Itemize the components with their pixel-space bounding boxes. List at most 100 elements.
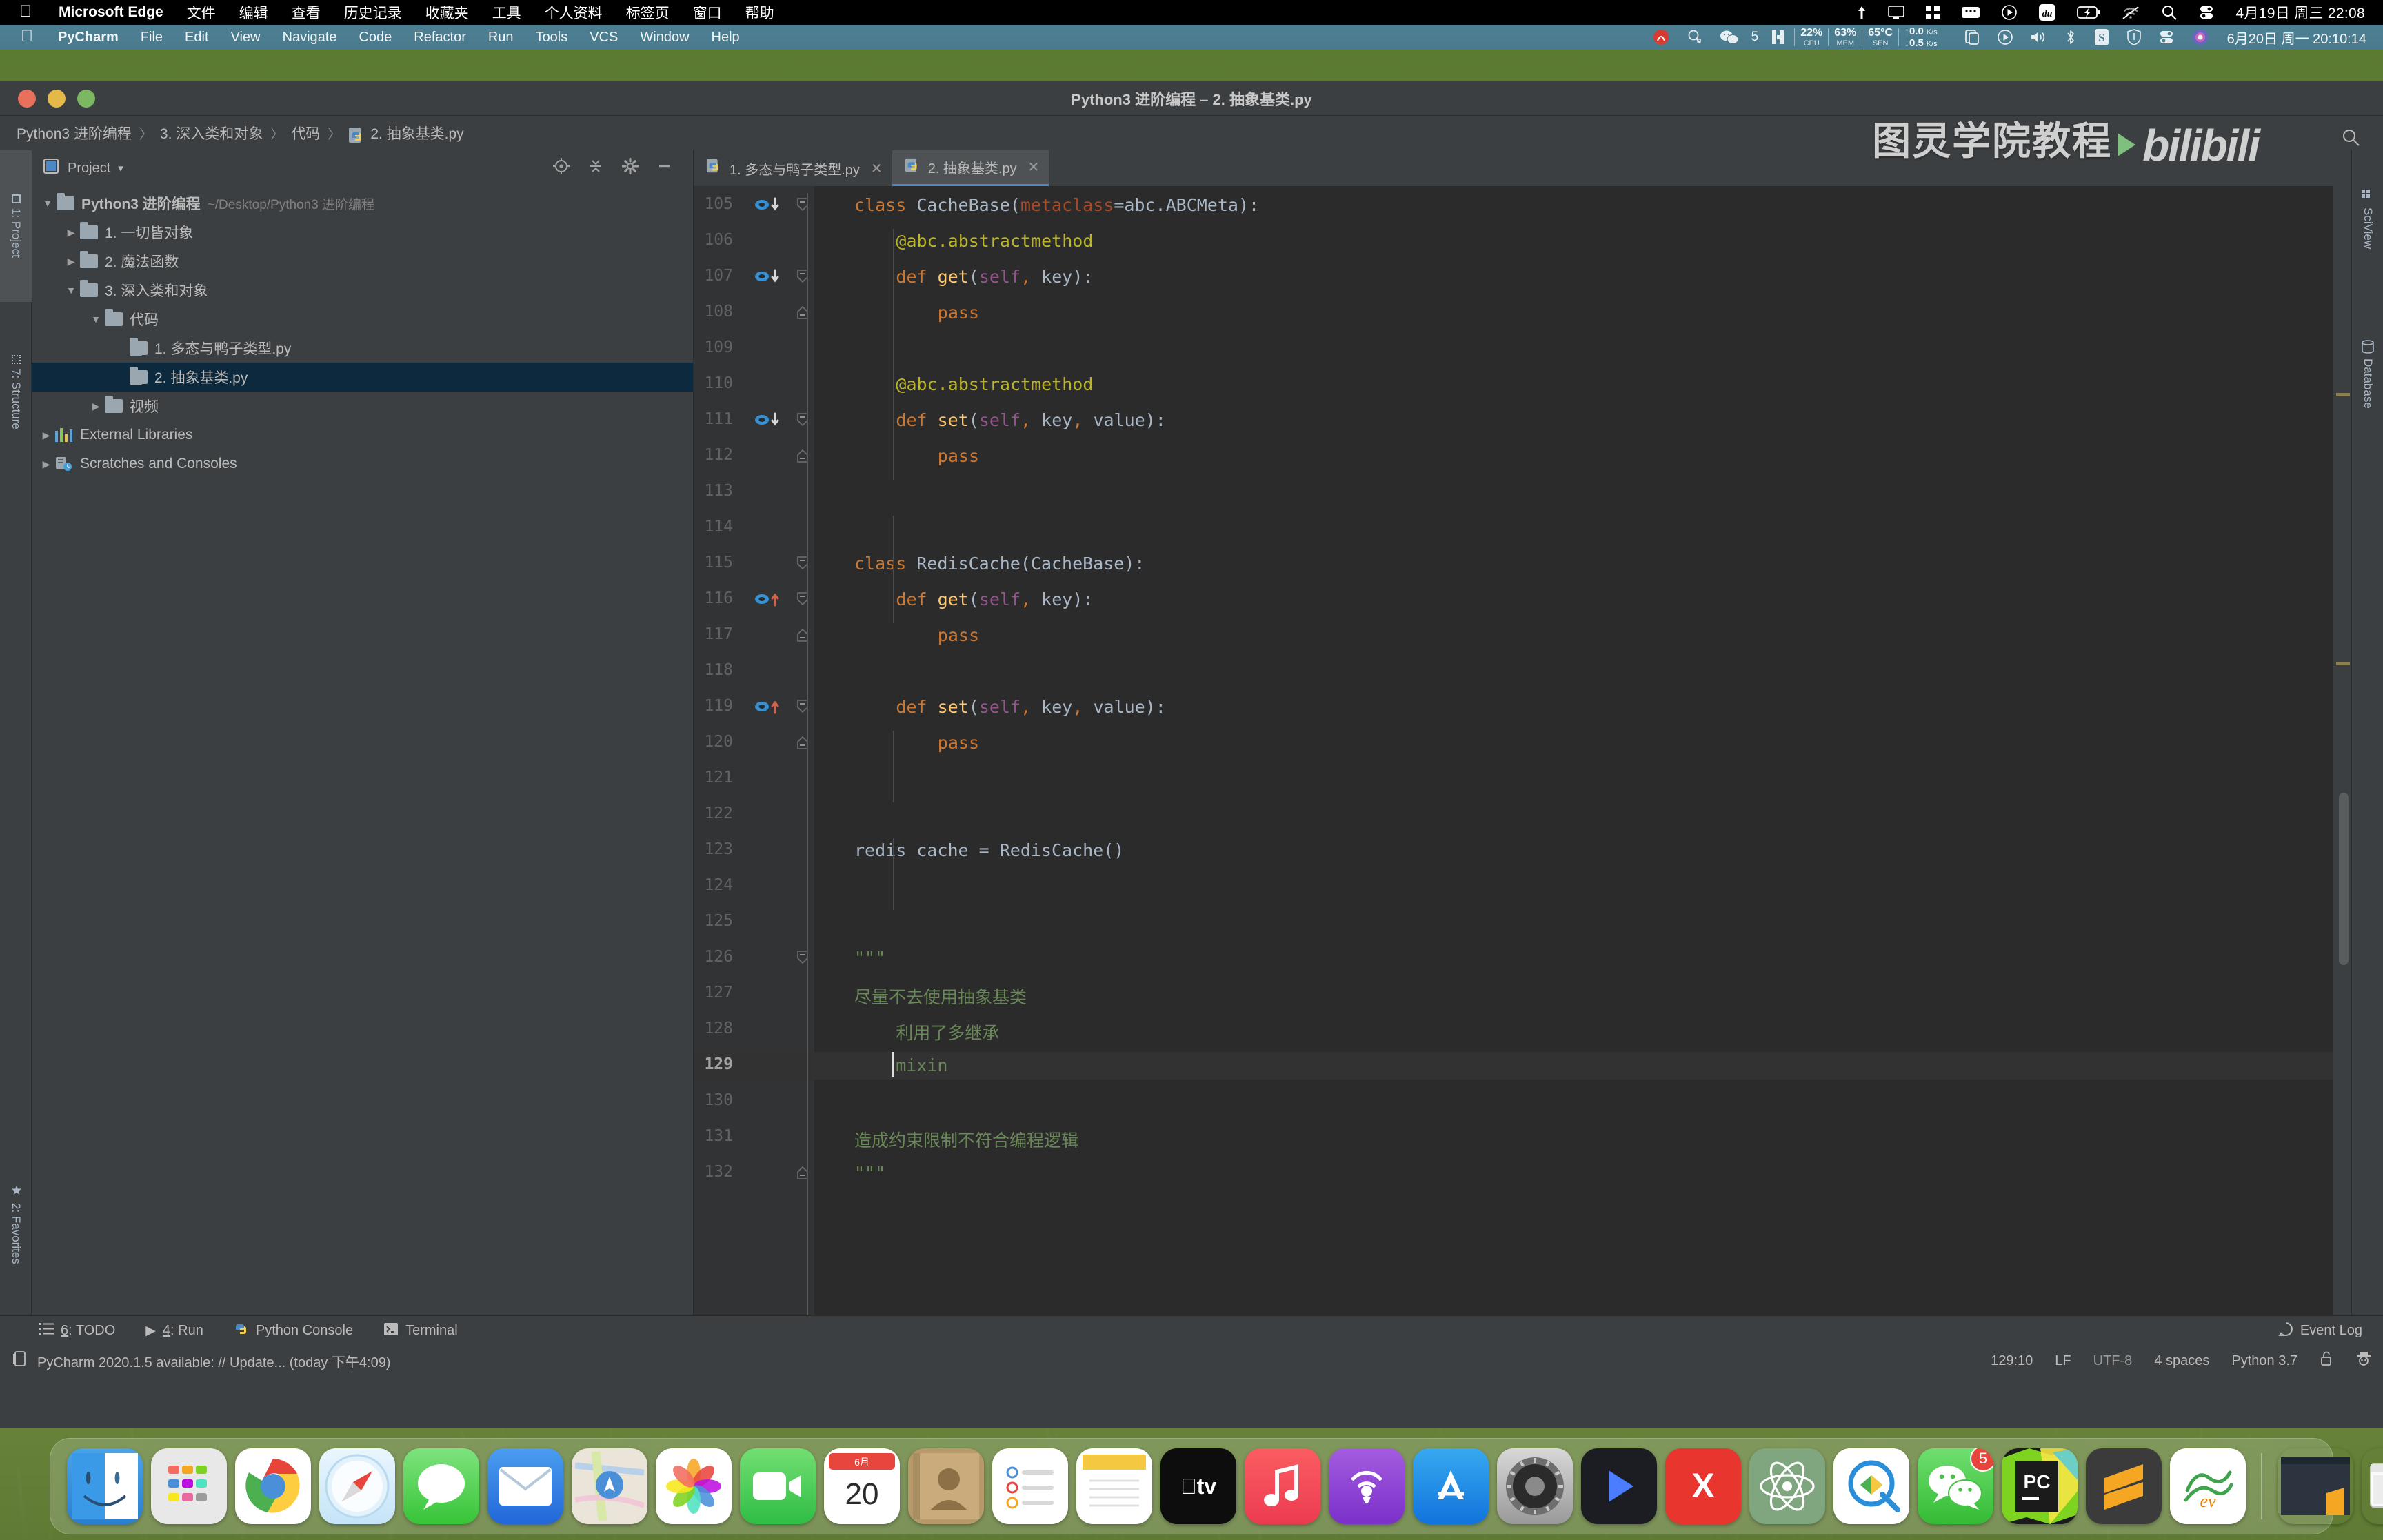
- tool-terminal[interactable]: Terminal: [383, 1322, 458, 1340]
- dock-icon-chrome[interactable]: [235, 1448, 311, 1524]
- pc-menu-tools[interactable]: Tools: [525, 30, 579, 45]
- tree-row-ch1[interactable]: ▶ 1. 一切皆对象: [32, 218, 693, 247]
- dock-icon-safari[interactable]: [319, 1448, 395, 1524]
- magnifier-icon[interactable]: [1678, 29, 1711, 45]
- sidebar-item-project[interactable]: 1: Project: [0, 150, 32, 302]
- dock-icon-atom[interactable]: [1749, 1448, 1825, 1524]
- tree-arrow[interactable]: ▼: [62, 285, 80, 296]
- search-icon[interactable]: [2151, 4, 2188, 21]
- apple-menu-icon-2[interactable]: : [0, 27, 47, 48]
- siri-icon[interactable]: [2183, 28, 2218, 46]
- tree-arrow[interactable]: ▼: [39, 198, 57, 209]
- pc-menu-view[interactable]: View: [220, 30, 272, 45]
- tree-row-project-root[interactable]: ▼ Python3 进阶编程 ~/Desktop/Python3 进阶编程: [32, 189, 693, 218]
- network-stat[interactable]: ↑0.0 K/s ↓0.5 K/s: [1899, 26, 1943, 50]
- tree-arrow[interactable]: ▶: [62, 256, 80, 267]
- control-center-icon[interactable]: [2188, 4, 2225, 21]
- menu-view[interactable]: 查看: [280, 2, 332, 23]
- chevron-down-icon[interactable]: ▾: [118, 162, 123, 174]
- tree-row-ch2[interactable]: ▶ 2. 魔法函数: [32, 247, 693, 276]
- menubar-clock[interactable]: 4月19日 周三 22:08: [2225, 2, 2383, 23]
- tab-close-icon[interactable]: ✕: [871, 160, 883, 177]
- menu-file[interactable]: 文件: [175, 2, 228, 23]
- dock-icon-facetime[interactable]: [740, 1448, 816, 1524]
- tree-row-external-libraries[interactable]: ▶ External Libraries: [32, 421, 693, 449]
- pc-menu-file[interactable]: File: [130, 30, 174, 45]
- tree-row-scratches[interactable]: ▶ Scratches and Consoles: [32, 449, 693, 478]
- dock-icon-launchpad[interactable]: [151, 1448, 227, 1524]
- pc-menu-refactor[interactable]: Refactor: [403, 30, 477, 45]
- python-interpreter[interactable]: Python 3.7: [2220, 1353, 2309, 1369]
- control-center-icon-2[interactable]: [2150, 29, 2183, 45]
- dock-icon-photos[interactable]: [656, 1448, 732, 1524]
- play-circle-icon-2[interactable]: [1989, 29, 2022, 45]
- tree-arrow[interactable]: ▶: [62, 227, 80, 239]
- tree-arrow[interactable]: ▶: [37, 429, 55, 441]
- close-button[interactable]: [18, 90, 36, 108]
- netease-music-icon[interactable]: [1644, 28, 1678, 46]
- dock-icon-pycharm[interactable]: PC: [2002, 1448, 2078, 1524]
- search-everywhere-icon[interactable]: [2342, 128, 2361, 152]
- dock-icon-sublime-text[interactable]: [2086, 1448, 2162, 1524]
- apple-menu-icon[interactable]: : [0, 2, 47, 23]
- pycharm-menubar-clock[interactable]: 6月20日 周一 20:10:14: [2218, 28, 2383, 48]
- dock-icon-downloads-stack[interactable]: [2278, 1448, 2353, 1524]
- dock-icon-messages[interactable]: [403, 1448, 479, 1524]
- tool-python-console[interactable]: Python Console: [234, 1321, 353, 1341]
- bluetooth-icon[interactable]: [2056, 29, 2085, 45]
- dock-icon-maps[interactable]: [572, 1448, 647, 1524]
- dock-icon-finder-window-stack[interactable]: [2362, 1448, 2383, 1524]
- play-circle-icon[interactable]: [1991, 4, 2028, 21]
- menu-bookmarks[interactable]: 收藏夹: [414, 2, 481, 23]
- breadcrumb-item-file[interactable]: 2. 抽象基类.py: [348, 123, 463, 143]
- pc-menu-edit[interactable]: Edit: [174, 30, 219, 45]
- event-log-button[interactable]: Event Log: [2278, 1321, 2362, 1341]
- indent-setting[interactable]: 4 spaces: [2143, 1353, 2220, 1369]
- dock-icon-podcasts[interactable]: [1329, 1448, 1405, 1524]
- collapse-all-icon[interactable]: [579, 157, 613, 179]
- grid-icon[interactable]: [1915, 5, 1951, 20]
- dock-icon-appletv[interactable]: tv: [1160, 1448, 1236, 1524]
- tab-duotai[interactable]: 1. 多态与鸭子类型.py ✕: [694, 150, 892, 186]
- caret-position[interactable]: 129:10: [1980, 1353, 2044, 1369]
- dock-icon-calendar[interactable]: 6月 20: [824, 1448, 900, 1524]
- dock-icon-appstore[interactable]: [1413, 1448, 1489, 1524]
- upload-icon[interactable]: [1846, 5, 1878, 20]
- status-message[interactable]: PyCharm 2020.1.5 available: // Update...…: [37, 1351, 391, 1371]
- shield-icon[interactable]: [2118, 28, 2150, 46]
- line-separator[interactable]: LF: [2044, 1353, 2082, 1369]
- dock-icon-system-preferences[interactable]: [1497, 1448, 1573, 1524]
- tree-row-file-2-selected[interactable]: 2. 抽象基类.py: [32, 363, 693, 392]
- pc-menu-code[interactable]: Code: [348, 30, 403, 45]
- menu-window[interactable]: 窗口: [681, 2, 734, 23]
- lock-open-icon[interactable]: [2309, 1350, 2344, 1371]
- pc-menu-vcs[interactable]: VCS: [579, 30, 629, 45]
- airdrop-icon[interactable]: [1943, 29, 1989, 45]
- dock-icon-iina[interactable]: [1581, 1448, 1657, 1524]
- inspector-hat-icon[interactable]: [2344, 1350, 2383, 1371]
- tree-arrow[interactable]: ▶: [87, 401, 105, 412]
- scrollbar-thumb[interactable]: [2339, 793, 2349, 965]
- dock-icon-xmind[interactable]: X: [1665, 1448, 1741, 1524]
- tool-todo[interactable]: 6: TODO: [39, 1322, 115, 1340]
- sidebar-item-sciview[interactable]: SciView: [2352, 150, 2383, 288]
- code-editor[interactable]: 105 106 107 108 109 110 111 112 113 114 115 116 117 1…: [694, 186, 2351, 1315]
- tree-row-file-1[interactable]: 1. 多态与鸭子类型.py: [32, 334, 693, 363]
- dock-icon-mail[interactable]: [487, 1448, 563, 1524]
- menu-help[interactable]: 帮助: [734, 2, 786, 23]
- dock-icon-notes[interactable]: [1076, 1448, 1152, 1524]
- dock-icon-contacts[interactable]: [908, 1448, 984, 1524]
- tab-close-icon[interactable]: ✕: [1028, 159, 1040, 176]
- pycharm-app-name[interactable]: PyCharm: [47, 30, 130, 45]
- tree-row-video-folder[interactable]: ▶ 视频: [32, 392, 693, 421]
- hide-panel-icon[interactable]: [647, 157, 682, 179]
- minimize-button[interactable]: [48, 90, 66, 108]
- baidu-icon[interactable]: du: [2028, 3, 2067, 21]
- mem-stat[interactable]: 63% MEM: [1829, 28, 1862, 48]
- dock-icon-wechat[interactable]: 5: [1918, 1448, 1993, 1524]
- cpu-stat[interactable]: 22% CPU: [1795, 28, 1828, 48]
- pc-menu-run[interactable]: Run: [477, 30, 525, 45]
- dock-icon-finder[interactable]: [67, 1448, 143, 1524]
- breadcrumb-item-chapter[interactable]: 3. 深入类和对象: [160, 123, 263, 143]
- editor-scrollbar[interactable]: [2333, 186, 2351, 1315]
